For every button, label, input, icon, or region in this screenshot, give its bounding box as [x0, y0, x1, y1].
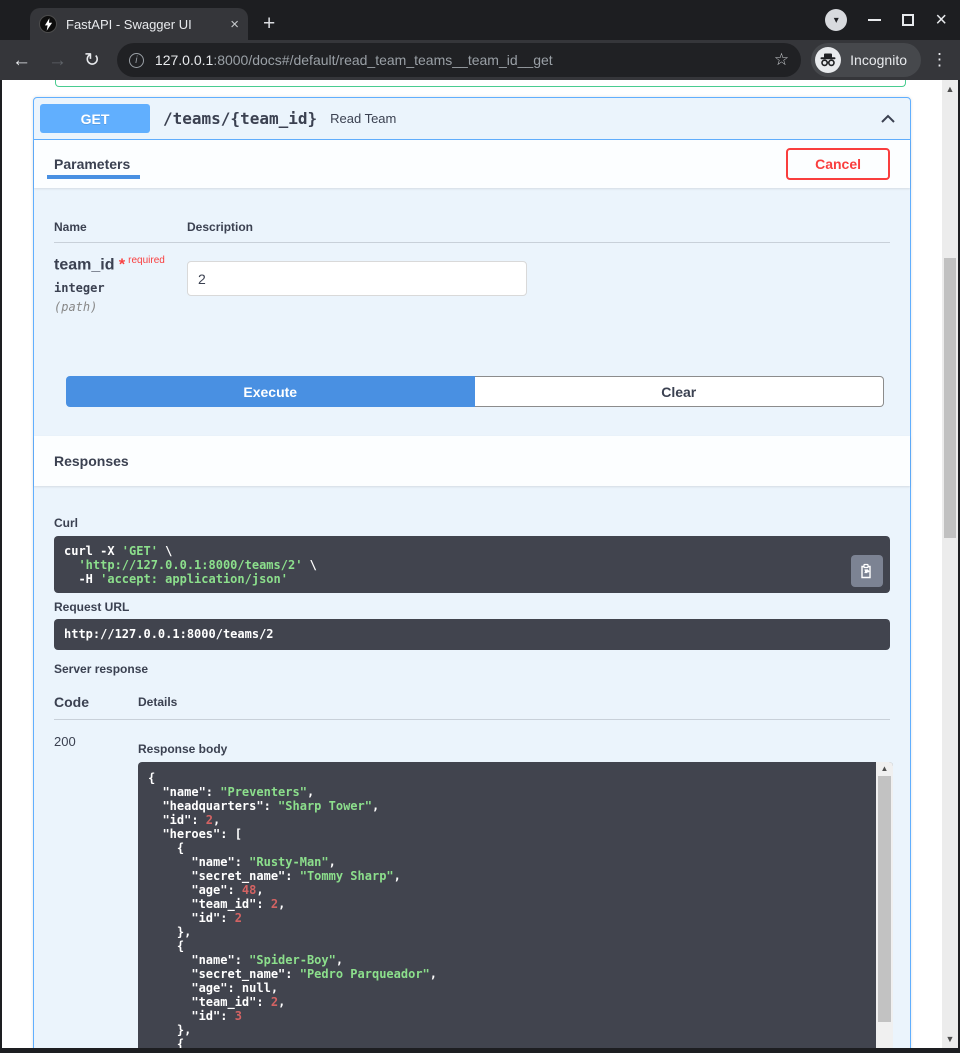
execute-button-group: Execute Clear — [66, 376, 884, 407]
parameters-header: Parameters Cancel — [34, 140, 910, 188]
parameters-body: Name Description team_id *required integ… — [34, 188, 910, 436]
swagger-page: GET /teams/{team_id} Read Team Parameter… — [2, 80, 958, 1048]
parameters-title: Parameters — [54, 156, 130, 172]
curl-command[interactable]: curl -X 'GET' \ 'http://127.0.0.1:8000/t… — [54, 536, 890, 593]
response-scrollbar-thumb[interactable] — [878, 776, 891, 1022]
response-row: 200 Response body { "name": "Preventers"… — [54, 734, 890, 1048]
status-code: 200 — [54, 734, 138, 1048]
parameter-location: (path) — [54, 300, 187, 314]
clear-button[interactable]: Clear — [475, 376, 885, 407]
parameter-type: integer — [54, 281, 187, 295]
parameter-row: team_id *required integer (path) — [54, 243, 890, 314]
tab-close-icon[interactable]: × — [230, 17, 239, 32]
parameter-value-cell — [187, 255, 527, 314]
response-body-json: { "name": "Preventers", "headquarters": … — [138, 762, 893, 1048]
details-column-header: Details — [138, 695, 177, 709]
required-asterisk: * — [119, 256, 125, 273]
incognito-label: Incognito — [850, 52, 907, 68]
request-url-label: Request URL — [54, 600, 890, 614]
parameters-column-headers: Name Description — [54, 220, 890, 243]
curl-label: Curl — [54, 516, 890, 530]
request-url-value: http://127.0.0.1:8000/teams/2 — [54, 619, 890, 650]
copy-to-clipboard-button[interactable] — [851, 555, 883, 587]
required-label: required — [128, 255, 165, 266]
new-tab-button[interactable]: + — [263, 13, 275, 34]
collapse-chevron-icon[interactable] — [878, 109, 898, 129]
execute-button[interactable]: Execute — [66, 376, 475, 407]
previous-opblock-edge[interactable] — [55, 80, 906, 87]
parameter-name: team_id — [54, 256, 114, 273]
method-badge: GET — [40, 104, 150, 133]
browser-titlebar: FastAPI - Swagger UI × + ▾ × — [0, 0, 960, 40]
reload-icon[interactable]: ↻ — [84, 51, 100, 70]
site-info-icon[interactable]: i — [129, 53, 144, 68]
page-scrollbar[interactable]: ▲ ▼ — [942, 80, 958, 1048]
forward-icon[interactable]: → — [48, 51, 67, 70]
incognito-badge: Incognito — [811, 43, 921, 77]
page-scroll-down-icon[interactable]: ▼ — [942, 1034, 958, 1044]
browser-tab[interactable]: FastAPI - Swagger UI × — [30, 8, 248, 40]
column-description: Description — [187, 220, 253, 234]
scrollbar-up-icon[interactable]: ▲ — [876, 764, 893, 773]
code-column-header: Code — [54, 694, 138, 710]
responses-title: Responses — [54, 453, 129, 469]
responses-header: Responses — [34, 436, 910, 486]
team-id-input[interactable] — [187, 261, 527, 296]
tab-parameters[interactable]: Parameters — [54, 140, 130, 188]
page-scrollbar-thumb[interactable] — [944, 258, 956, 538]
tab-title: FastAPI - Swagger UI — [66, 17, 224, 32]
url-text[interactable]: 127.0.0.1:8000/docs#/default/read_team_t… — [155, 52, 766, 68]
url-rest: :8000/docs#/default/read_team_teams__tea… — [213, 52, 552, 68]
fastapi-favicon-icon — [39, 15, 57, 33]
response-details-cell: Response body { "name": "Preventers", "h… — [138, 734, 893, 1048]
cancel-button[interactable]: Cancel — [786, 148, 890, 180]
opblock-get-read-team: GET /teams/{team_id} Read Team Parameter… — [33, 97, 911, 1048]
browser-toolbar: ← → ↻ i 127.0.0.1:8000/docs#/default/rea… — [0, 40, 960, 80]
incognito-spy-icon — [815, 47, 841, 73]
operation-path: /teams/{team_id} — [163, 109, 317, 128]
url-host: 127.0.0.1 — [155, 52, 213, 68]
back-icon[interactable]: ← — [12, 51, 31, 70]
address-bar[interactable]: i 127.0.0.1:8000/docs#/default/read_team… — [117, 43, 801, 77]
clipboard-icon — [859, 563, 875, 579]
bookmark-star-icon[interactable]: ☆ — [774, 50, 789, 70]
window-controls: ▾ × — [825, 0, 947, 40]
server-response-label: Server response — [54, 662, 890, 676]
operation-summary[interactable]: GET /teams/{team_id} Read Team — [34, 98, 910, 140]
maximize-icon[interactable] — [902, 14, 914, 26]
curl-container: curl -X 'GET' \ 'http://127.0.0.1:8000/t… — [54, 536, 890, 593]
column-name: Name — [54, 220, 187, 234]
responses-body: Curl curl -X 'GET' \ 'http://127.0.0.1:8… — [34, 486, 910, 1048]
tab-search-icon[interactable]: ▾ — [825, 9, 847, 31]
response-table-headers: Code Details — [54, 694, 890, 720]
operation-summary-text: Read Team — [330, 111, 878, 126]
page-scroll-up-icon[interactable]: ▲ — [942, 84, 958, 94]
browser-menu-icon[interactable]: ⋮ — [931, 50, 948, 70]
response-body-label: Response body — [138, 742, 893, 756]
parameter-name-cell: team_id *required integer (path) — [54, 255, 187, 314]
minimize-icon[interactable] — [868, 19, 881, 21]
window-close-icon[interactable]: × — [935, 10, 947, 30]
response-body-container: { "name": "Preventers", "headquarters": … — [138, 762, 893, 1048]
response-body-scrollbar[interactable]: ▲ — [876, 762, 893, 1048]
